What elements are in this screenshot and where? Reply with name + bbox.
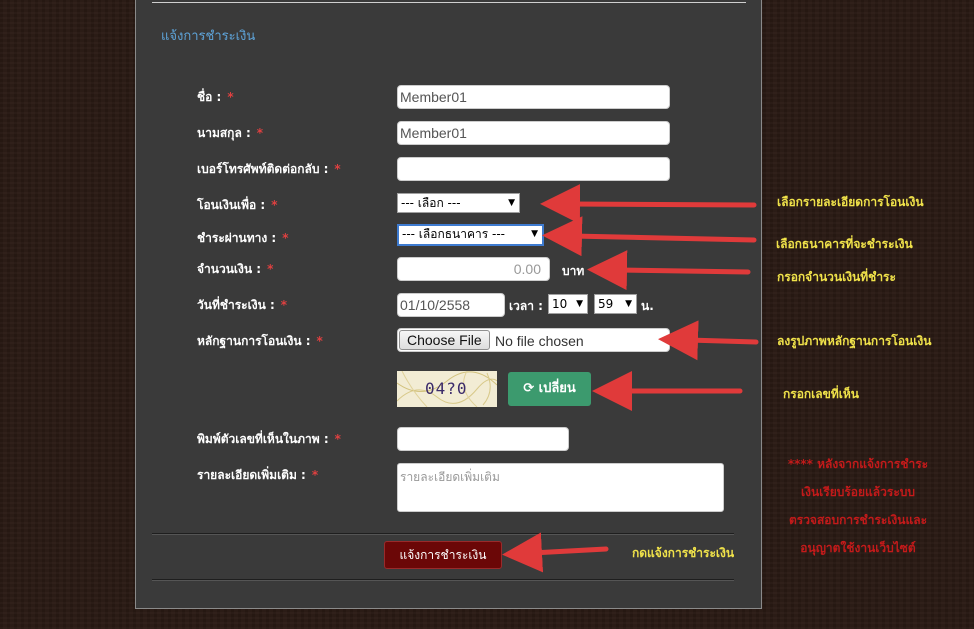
arrow-evidence (658, 320, 759, 361)
note-bank: เลือกธนาคารที่จะชำระเงิน (776, 237, 913, 251)
arrow-submit (502, 532, 609, 573)
footnote-line: อนุญาตใช้งานเว็บไซต์ (800, 541, 916, 555)
footnote-line: **** หลังจากแจ้งการชำระ (787, 457, 929, 471)
note-transfer-for: เลือกรายละเอียดการโอนเงิน (777, 195, 924, 209)
arrow-bank (542, 216, 757, 257)
note-submit: กดแจ้งการชำระเงิน (632, 546, 735, 560)
note-captcha: กรอกเลขที่เห็น (783, 387, 859, 401)
note-amount: กรอกจำนวนเงินที่ชำระ (777, 270, 896, 284)
arrow-amount (587, 250, 751, 291)
footnote-line: เงินเรียบร้อยแล้วระบบ (801, 485, 915, 499)
footnote: **** หลังจากแจ้งการชำระ เงินเรียบร้อยแล้… (770, 455, 946, 567)
arrow-transfer-for (540, 184, 757, 225)
note-evidence: ลงรูปภาพหลักฐานการโอนเงิน (777, 334, 932, 348)
footnote-line: ตรวจสอบการชำระเงินและ (788, 513, 928, 527)
